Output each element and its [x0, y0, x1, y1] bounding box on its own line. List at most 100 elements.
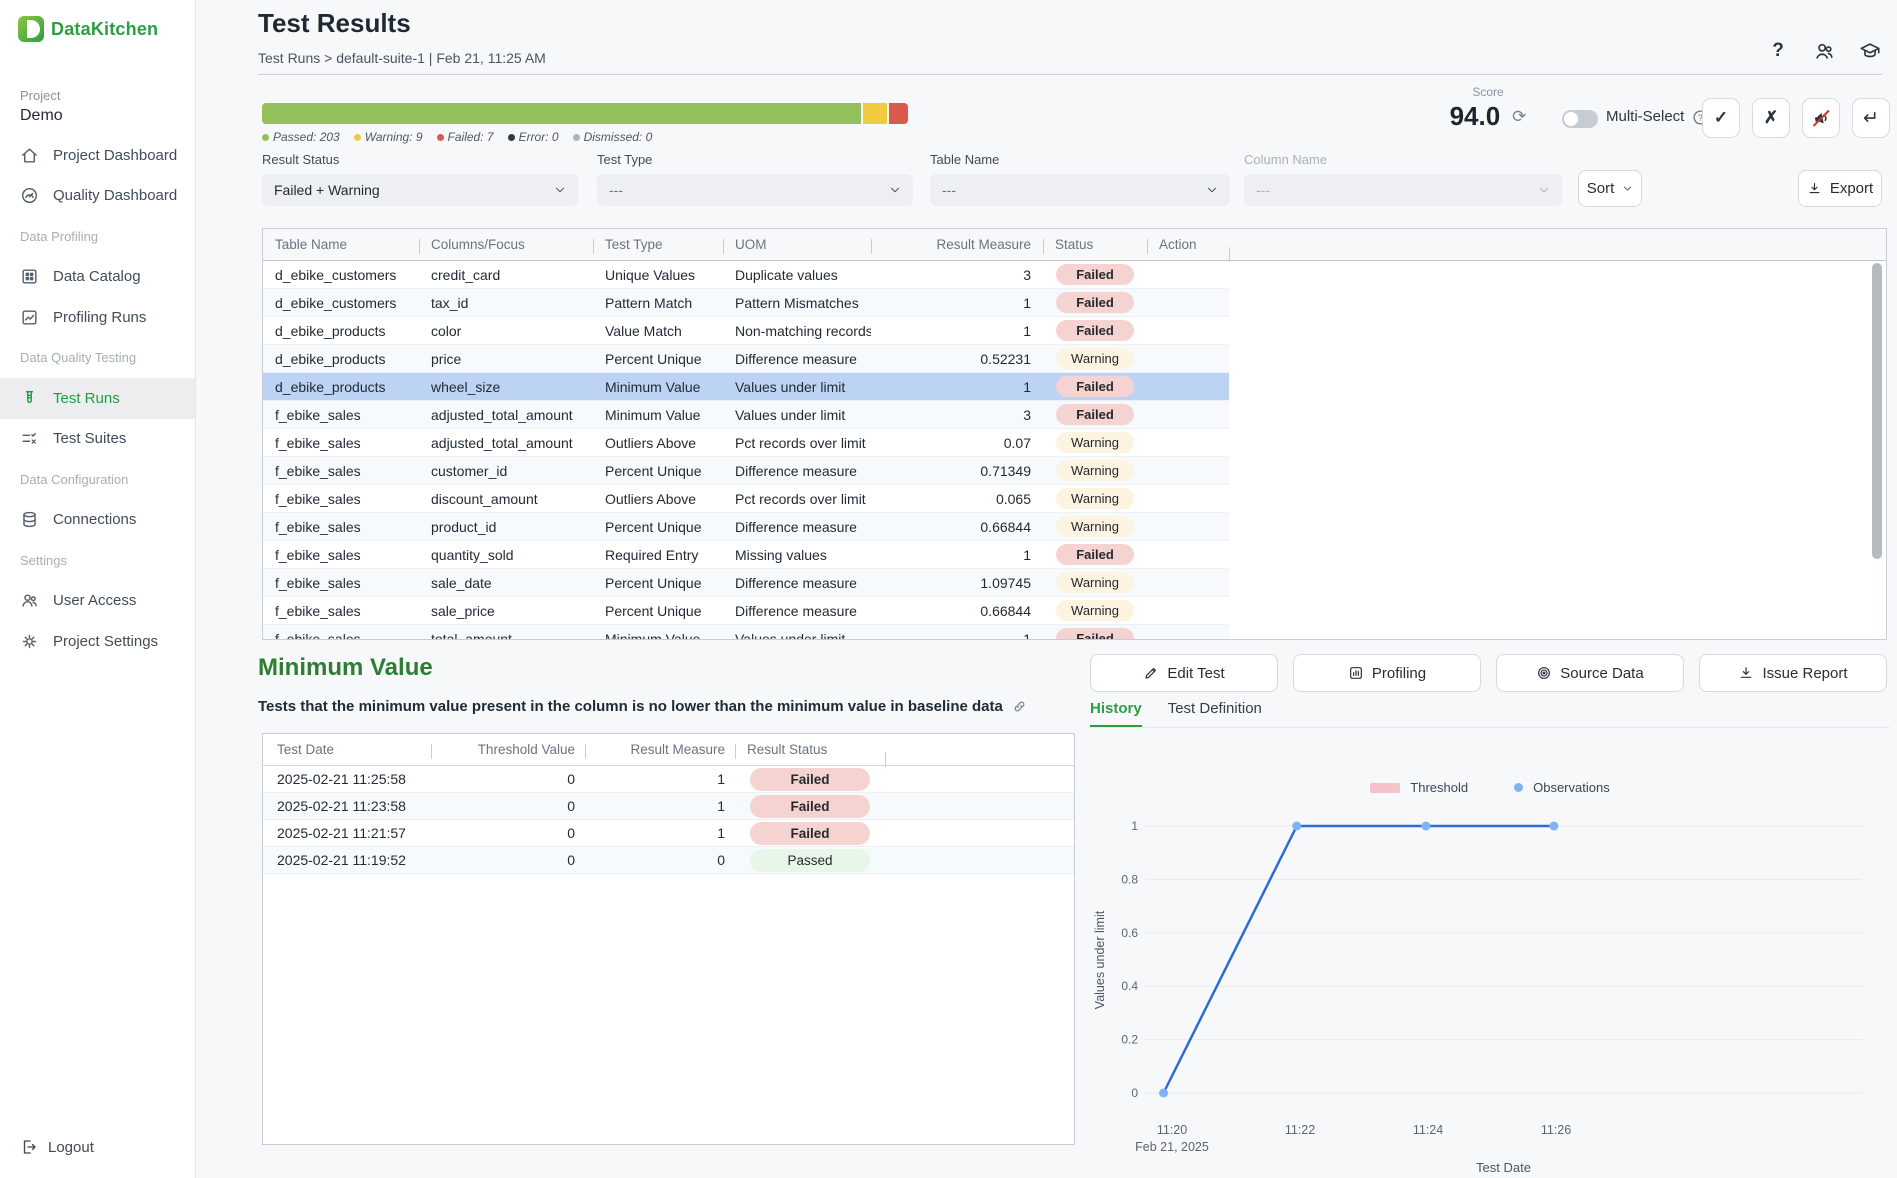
result-row-f_ebike_sales-adjusted_total_amount[interactable]: f_ebike_salesadjusted_total_amountOutlie…: [263, 429, 1229, 457]
reject-button[interactable]: ✗: [1752, 98, 1790, 138]
result-row-d_ebike_customers-credit_card[interactable]: d_ebike_customerscredit_cardUnique Value…: [263, 261, 1229, 289]
link-icon[interactable]: [1011, 698, 1028, 715]
tab-test-definition[interactable]: Test Definition: [1168, 700, 1262, 728]
status-badge: Warning: [1056, 432, 1134, 453]
result-row-d_ebike_products-wheel_size[interactable]: d_ebike_productswheel_sizeMinimum ValueV…: [263, 373, 1229, 401]
sort-button[interactable]: Sort: [1578, 170, 1642, 207]
sidebar-item-project-dashboard[interactable]: Project Dashboard: [0, 135, 195, 176]
column-header-table-name[interactable]: Table Name: [263, 237, 419, 252]
cell-test-type: Percent Unique: [593, 575, 723, 591]
cell-table-name: d_ebike_products: [263, 351, 419, 367]
filter-select[interactable]: ---: [597, 174, 913, 206]
result-row-f_ebike_sales-product_id[interactable]: f_ebike_salesproduct_idPercent UniqueDif…: [263, 513, 1229, 541]
sidebar-item-quality-dashboard[interactable]: Quality Dashboard: [0, 176, 195, 217]
result-row-f_ebike_sales-sale_date[interactable]: f_ebike_salessale_datePercent UniqueDiff…: [263, 569, 1229, 597]
svg-text:0.4: 0.4: [1121, 979, 1138, 993]
refresh-icon[interactable]: ⟳: [1512, 107, 1526, 127]
sidebar-item-connections[interactable]: Connections: [0, 500, 195, 541]
cell-column-focus: adjusted_total_amount: [419, 407, 593, 423]
source-data-icon: [1536, 665, 1552, 681]
history-column-header-result-measure[interactable]: Result Measure: [585, 742, 735, 757]
project-name: Demo: [0, 103, 195, 125]
filter-select[interactable]: Failed + Warning: [262, 174, 578, 206]
gear-icon: [20, 632, 39, 651]
history-row[interactable]: 2025-02-21 11:19:5200Passed: [263, 847, 1074, 874]
cell-table-name: f_ebike_sales: [263, 631, 419, 641]
learning-icon[interactable]: [1859, 40, 1881, 62]
help-icon[interactable]: ?: [1767, 40, 1789, 62]
profiling-icon: [1348, 665, 1364, 681]
x-icon: ✗: [1764, 108, 1778, 128]
history-column-header-threshold-value[interactable]: Threshold Value: [431, 742, 585, 757]
history-column-header-result-status[interactable]: Result Status: [735, 742, 885, 757]
cell-column-focus: price: [419, 351, 593, 367]
filter-test-type: Test Type---: [597, 152, 913, 206]
history-column-header-test-date[interactable]: Test Date: [263, 742, 431, 757]
result-row-f_ebike_sales-customer_id[interactable]: f_ebike_salescustomer_idPercent UniqueDi…: [263, 457, 1229, 485]
history-row[interactable]: 2025-02-21 11:23:5801Failed: [263, 793, 1074, 820]
result-row-d_ebike_products-color[interactable]: d_ebike_productscolorValue MatchNon-matc…: [263, 317, 1229, 345]
cell-column-focus: color: [419, 323, 593, 339]
data-point[interactable]: [1549, 822, 1558, 831]
button-label: Profiling: [1372, 665, 1426, 682]
source-data-button[interactable]: Source Data: [1496, 654, 1684, 692]
column-header-uom[interactable]: UOM: [723, 237, 871, 252]
rerun-button[interactable]: ↵: [1852, 98, 1890, 138]
column-header-result-measure[interactable]: Result Measure: [871, 237, 1043, 252]
column-header-columns-focus[interactable]: Columns/Focus: [419, 237, 593, 252]
cell-test-type: Percent Unique: [593, 351, 723, 367]
result-row-f_ebike_sales-quantity_sold[interactable]: f_ebike_salesquantity_soldRequired Entry…: [263, 541, 1229, 569]
cell-result-measure: 0.065: [871, 491, 1043, 507]
data-point[interactable]: [1159, 1089, 1168, 1098]
svg-text:Feb 21, 2025: Feb 21, 2025: [1135, 1140, 1209, 1154]
history-row[interactable]: 2025-02-21 11:21:5701Failed: [263, 820, 1074, 847]
result-row-f_ebike_sales-discount_amount[interactable]: f_ebike_salesdiscount_amountOutliers Abo…: [263, 485, 1229, 513]
cell-table-name: d_ebike_customers: [263, 267, 419, 283]
tab-history[interactable]: History: [1090, 700, 1142, 728]
filter-select[interactable]: ---: [1244, 174, 1562, 206]
cell-result-measure: 3: [871, 267, 1043, 283]
sidebar-item-user-access[interactable]: User Access: [0, 581, 195, 622]
chart-legend-observations[interactable]: Observations: [1514, 780, 1610, 795]
logout-button[interactable]: Logout: [20, 1138, 94, 1156]
result-row-d_ebike_products-price[interactable]: d_ebike_productspricePercent UniqueDiffe…: [263, 345, 1229, 373]
data-point[interactable]: [1292, 822, 1301, 831]
filter-select[interactable]: ---: [930, 174, 1230, 206]
chart-legend-threshold[interactable]: Threshold: [1370, 780, 1468, 795]
history-row[interactable]: 2025-02-21 11:25:5801Failed: [263, 766, 1074, 793]
filter-label: Column Name: [1244, 152, 1562, 167]
sidebar-item-project-settings[interactable]: Project Settings: [0, 621, 195, 662]
users-menu-icon[interactable]: [1813, 40, 1835, 62]
mute-button[interactable]: [1802, 98, 1840, 138]
results-table-header: Table NameColumns/FocusTest TypeUOMResul…: [263, 229, 1886, 261]
column-header-action[interactable]: Action: [1147, 237, 1229, 252]
sidebar-item-test-suites[interactable]: Test Suites: [0, 419, 195, 460]
cell-uom: Difference measure: [723, 463, 871, 479]
table-scrollbar[interactable]: [1872, 263, 1882, 636]
multi-select-toggle[interactable]: [1562, 110, 1598, 128]
issue-report-button[interactable]: Issue Report: [1699, 654, 1887, 692]
profiling-button[interactable]: Profiling: [1293, 654, 1481, 692]
result-row-f_ebike_sales-adjusted_total_amount[interactable]: f_ebike_salesadjusted_total_amountMinimu…: [263, 401, 1229, 429]
table-scrollbar-thumb[interactable]: [1872, 263, 1882, 559]
sidebar-item-test-runs[interactable]: Test Runs: [0, 378, 195, 419]
sidebar-item-data-catalog[interactable]: Data Catalog: [0, 257, 195, 298]
accept-button[interactable]: ✓: [1702, 98, 1740, 138]
data-point[interactable]: [1421, 822, 1430, 831]
edit-test-button[interactable]: Edit Test: [1090, 654, 1278, 692]
cell-uom: Difference measure: [723, 519, 871, 535]
results-progress-bar: [262, 103, 908, 124]
cell-result-measure: 0.52231: [871, 351, 1043, 367]
header-divider: [258, 74, 1882, 75]
result-row-d_ebike_customers-tax_id[interactable]: d_ebike_customerstax_idPattern MatchPatt…: [263, 289, 1229, 317]
result-row-f_ebike_sales-total_amount[interactable]: f_ebike_salestotal_amountMinimum ValueVa…: [263, 625, 1229, 640]
export-button[interactable]: Export: [1798, 170, 1882, 207]
result-row-f_ebike_sales-sale_price[interactable]: f_ebike_salessale_pricePercent UniqueDif…: [263, 597, 1229, 625]
column-header-test-type[interactable]: Test Type: [593, 237, 723, 252]
svg-text:11:24: 11:24: [1413, 1123, 1443, 1137]
sidebar: DataKitchen Project Demo Project Dashboa…: [0, 0, 196, 1178]
filter-value: ---: [942, 182, 956, 198]
column-header-status[interactable]: Status: [1043, 237, 1147, 252]
sidebar-item-profiling-runs[interactable]: Profiling Runs: [0, 297, 195, 338]
users-icon: [20, 591, 39, 610]
